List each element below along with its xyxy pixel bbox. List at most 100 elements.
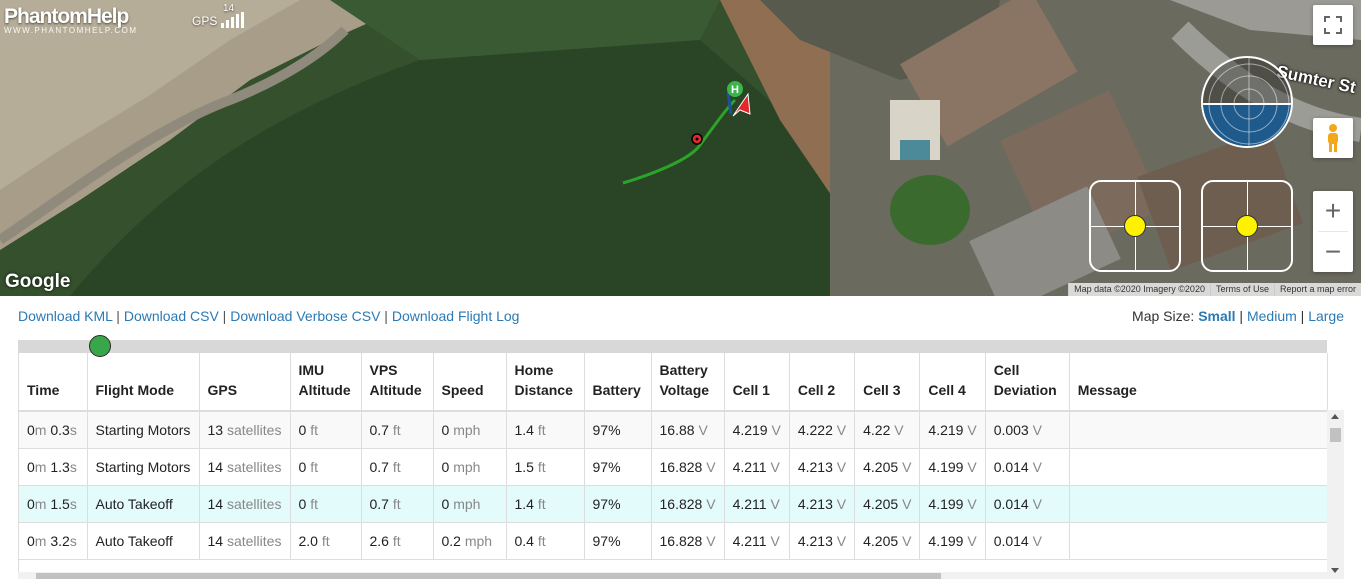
cell-c4: 4.199 V xyxy=(919,522,986,560)
cell-imu: 0 ft xyxy=(290,485,362,523)
street-view-pegman-button[interactable] xyxy=(1313,118,1353,158)
table-row[interactable]: 0m 1.5s Auto Takeoff 14 satellites 0 ft 0.7 … xyxy=(19,485,1329,523)
cell-time: 0m 3.2s xyxy=(19,522,88,560)
download-kml-link[interactable]: Download KML xyxy=(18,308,112,324)
download-links: Download KML | Download CSV | Download V… xyxy=(18,308,520,324)
report-map-error-link[interactable]: Report a map error xyxy=(1273,283,1361,296)
drone-arrow-icon xyxy=(732,92,751,117)
map-attribution: Map data ©2020 Imagery ©2020 Terms of Us… xyxy=(1068,283,1361,296)
left-stick-indicator xyxy=(1089,180,1181,272)
cell-voltage: 16.828 V xyxy=(651,485,725,523)
cell-mode: Starting Motors xyxy=(87,448,200,486)
cell-imu: 0 ft xyxy=(290,411,362,449)
cell-speed: 0 mph xyxy=(433,485,507,523)
table-row[interactable]: 0m 3.2s Auto Takeoff 14 satellites 2.0 ft 2.… xyxy=(19,522,1329,560)
map-size-large-link[interactable]: Large xyxy=(1308,308,1344,324)
col-speed: Speed xyxy=(433,353,507,412)
cell-c2: 4.213 V xyxy=(789,448,856,486)
fullscreen-button[interactable] xyxy=(1313,5,1353,45)
cell-msg xyxy=(1069,448,1329,486)
download-verbose-csv-link[interactable]: Download Verbose CSV xyxy=(230,308,380,324)
cell-c4: 4.199 V xyxy=(919,485,986,523)
zoom-control: + − xyxy=(1313,191,1353,272)
map-size-small-link[interactable]: Small xyxy=(1198,308,1235,324)
right-stick-dot xyxy=(1236,215,1258,237)
cell-c3: 4.22 V xyxy=(854,411,921,449)
col-imu-altitude: IMU Altitude xyxy=(290,353,362,412)
map-data-credit: Map data ©2020 Imagery ©2020 xyxy=(1068,283,1210,296)
cell-home: 0.4 ft xyxy=(506,522,585,560)
col-home-distance: Home Distance xyxy=(506,353,585,412)
table-row[interactable]: 0m 1.3s Starting Motors 14 satellites 0 ft 0… xyxy=(19,448,1329,486)
cell-speed: 0.2 mph xyxy=(433,522,507,560)
col-time: Time xyxy=(19,353,88,412)
cell-dev: 0.014 V xyxy=(985,522,1070,560)
cell-imu: 0 ft xyxy=(290,448,362,486)
cell-c2: 4.213 V xyxy=(789,522,856,560)
cell-msg xyxy=(1069,485,1329,523)
cell-time: 0m 1.5s xyxy=(19,485,88,523)
cell-time: 0m 1.3s xyxy=(19,448,88,486)
scroll-up-arrow-icon xyxy=(1331,414,1339,419)
google-logo: Google xyxy=(5,271,71,292)
cell-home: 1.4 ft xyxy=(506,485,585,523)
terms-of-use-link[interactable]: Terms of Use xyxy=(1209,283,1274,296)
cell-battery: 97% xyxy=(584,485,652,523)
table-vertical-scrollbar[interactable] xyxy=(1327,410,1344,579)
col-message: Message xyxy=(1069,353,1329,412)
col-gps: GPS xyxy=(199,353,291,412)
scrollbar-thumb xyxy=(1330,428,1341,442)
cell-mode: Auto Takeoff xyxy=(87,522,200,560)
cell-mode: Auto Takeoff xyxy=(87,485,200,523)
col-flight-mode: Flight Mode xyxy=(87,353,200,412)
zoom-out-button[interactable]: − xyxy=(1313,232,1353,272)
cell-c2: 4.222 V xyxy=(789,411,856,449)
cell-battery: 97% xyxy=(584,448,652,486)
phantomhelp-logo: PhantomHelp WWW.PHANTOMHELP.COM xyxy=(4,5,138,35)
col-battery: Battery xyxy=(584,353,652,412)
cell-c4: 4.219 V xyxy=(919,411,986,449)
table-horizontal-scrollbar[interactable] xyxy=(18,572,1327,579)
cell-c4: 4.199 V xyxy=(919,448,986,486)
cell-msg xyxy=(1069,522,1329,560)
cell-gps: 13 satellites xyxy=(199,411,291,449)
cell-dev: 0.014 V xyxy=(985,485,1070,523)
attitude-indicator xyxy=(1201,56,1293,148)
cell-gps: 14 satellites xyxy=(199,448,291,486)
cell-imu: 2.0 ft xyxy=(290,522,362,560)
cell-vps: 0.7 ft xyxy=(361,448,434,486)
left-stick-dot xyxy=(1124,215,1146,237)
home-point-icon: H xyxy=(726,81,751,117)
timeline-slider[interactable] xyxy=(18,335,1327,357)
col-cell-2: Cell 2 xyxy=(789,353,856,412)
cell-c1: 4.211 V xyxy=(724,522,790,560)
map-size-selector: Map Size: Small | Medium | Large xyxy=(1132,308,1344,324)
table-header-row: Time Flight Mode GPS IMU Altitude VPS Al… xyxy=(19,353,1329,412)
cell-mode: Starting Motors xyxy=(87,411,200,449)
cell-speed: 0 mph xyxy=(433,448,507,486)
cell-c3: 4.205 V xyxy=(854,522,921,560)
flight-data-table: Time Flight Mode GPS IMU Altitude VPS Al… xyxy=(18,353,1343,579)
cell-vps: 2.6 ft xyxy=(361,522,434,560)
cell-c3: 4.205 V xyxy=(854,485,921,523)
cell-voltage: 16.88 V xyxy=(651,411,725,449)
map-size-medium-link[interactable]: Medium xyxy=(1247,308,1297,324)
flight-map[interactable]: PhantomHelp WWW.PHANTOMHELP.COM GPS 14 H… xyxy=(0,0,1361,296)
cell-c2: 4.213 V xyxy=(789,485,856,523)
table-row[interactable]: 0m 0.3s Starting Motors 13 satellites 0 ft 0… xyxy=(19,411,1329,449)
signal-bars-icon xyxy=(221,12,245,28)
download-flight-log-link[interactable]: Download Flight Log xyxy=(392,308,520,324)
col-cell-4: Cell 4 xyxy=(919,353,986,412)
pegman-icon xyxy=(1328,124,1338,152)
zoom-in-button[interactable]: + xyxy=(1313,191,1353,231)
cell-battery: 97% xyxy=(584,411,652,449)
scroll-down-arrow-icon xyxy=(1331,568,1339,573)
map-size-label: Map Size: xyxy=(1132,308,1195,324)
download-csv-link[interactable]: Download CSV xyxy=(124,308,219,324)
cell-msg xyxy=(1069,411,1329,449)
fullscreen-icon xyxy=(1324,16,1342,34)
cell-gps: 14 satellites xyxy=(199,522,291,560)
cell-c3: 4.205 V xyxy=(854,448,921,486)
col-vps-altitude: VPS Altitude xyxy=(361,353,434,412)
cell-home: 1.5 ft xyxy=(506,448,585,486)
